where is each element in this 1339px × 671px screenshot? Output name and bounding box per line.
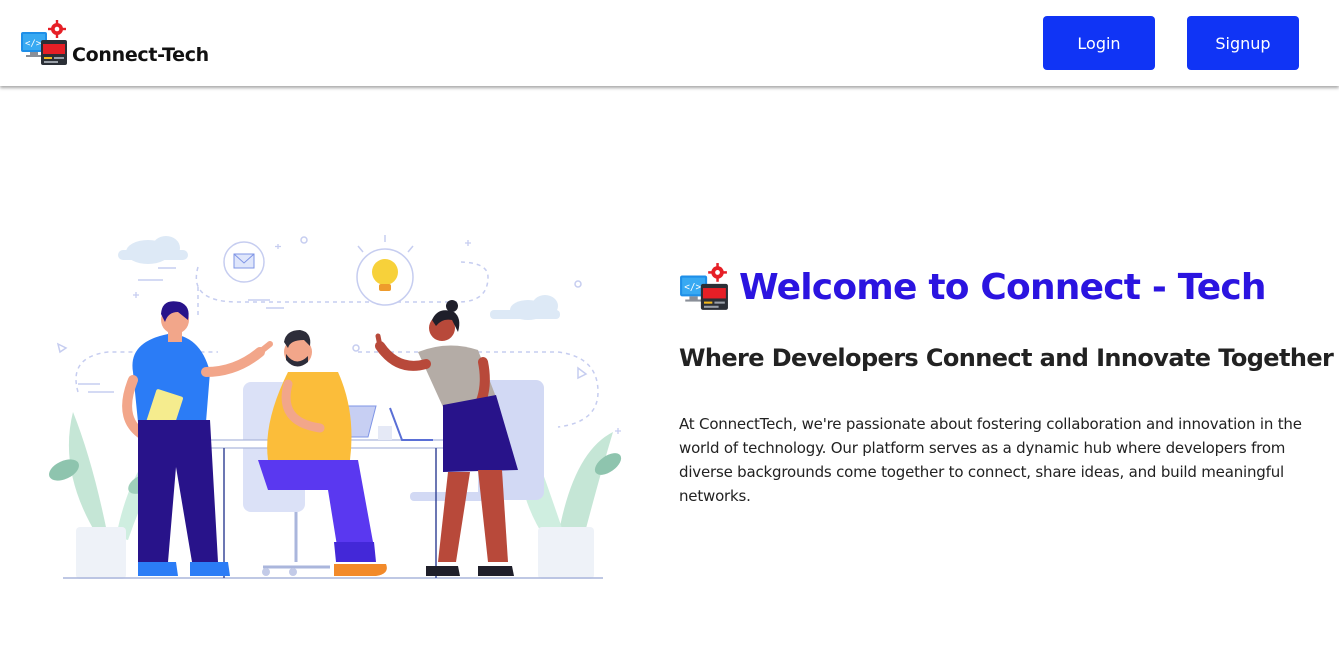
signup-button[interactable]: Signup xyxy=(1187,16,1299,70)
hero-description: At ConnectTech, we're passionate about f… xyxy=(679,415,1302,505)
hero-title: Welcome to Connect - Tech xyxy=(739,266,1267,308)
dev-workstation-icon xyxy=(20,19,68,67)
dev-workstation-icon xyxy=(679,262,729,312)
login-button[interactable]: Login xyxy=(1043,16,1155,70)
navbar: Connect-Tech Login Signup xyxy=(0,0,1339,86)
brand-name: Connect-Tech xyxy=(72,44,209,66)
welcome-heading: Welcome to Connect - Tech xyxy=(679,262,1267,312)
hero-subtitle: Where Developers Connect and Innovate To… xyxy=(679,344,1334,372)
brand[interactable]: Connect-Tech xyxy=(20,19,209,67)
team-collaboration-illustration xyxy=(49,235,622,579)
